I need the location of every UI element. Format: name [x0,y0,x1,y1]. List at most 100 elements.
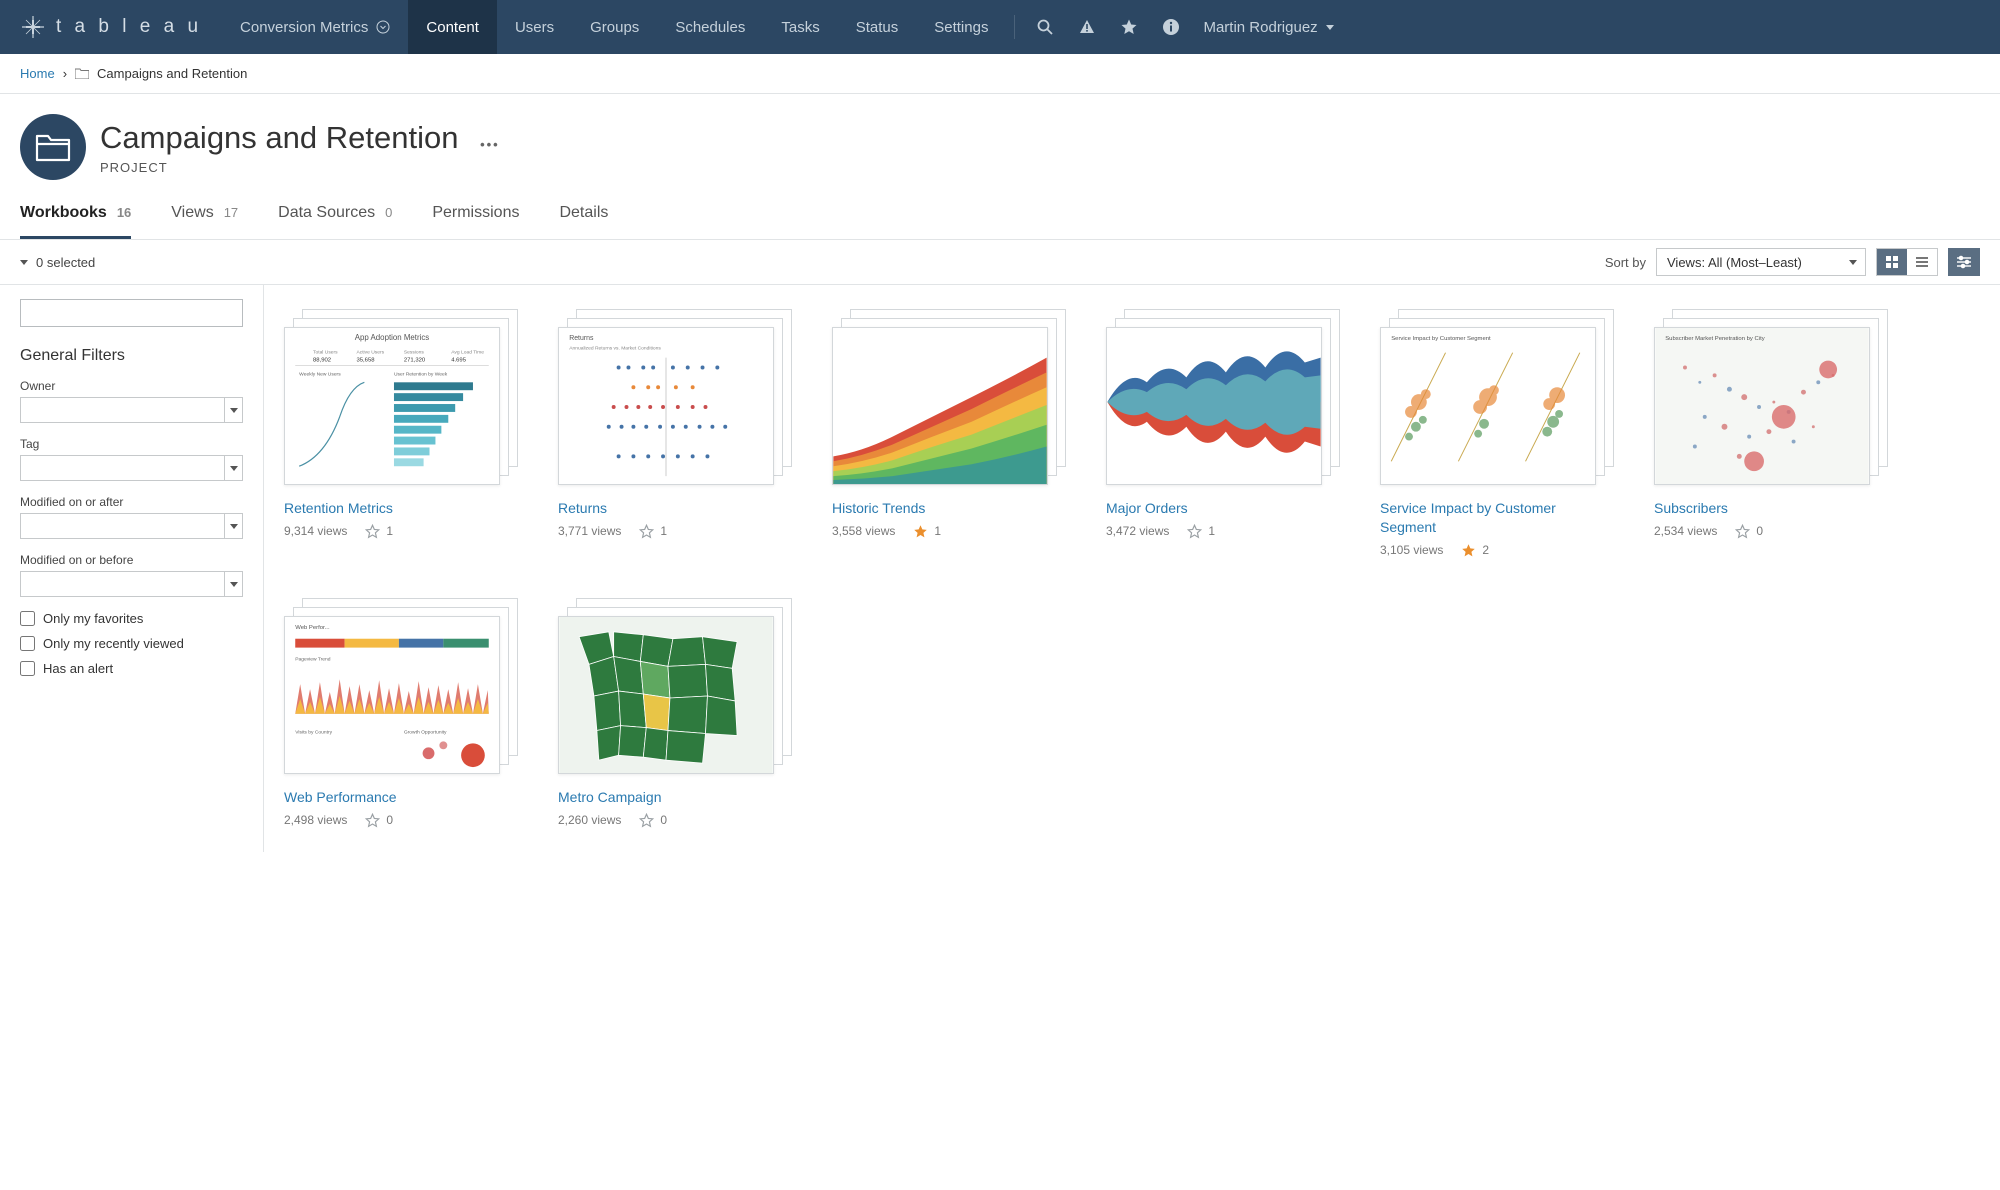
workbook-card: Historic Trends 3,558 views 1 [832,309,1066,558]
workbook-views: 2,260 views [558,813,621,827]
tab-details[interactable]: Details [559,192,608,239]
grid-view-button[interactable] [1877,249,1907,275]
only-recent-check[interactable]: Only my recently viewed [20,636,243,651]
workbook-views: 3,558 views [832,524,895,538]
workbook-title[interactable]: Major Orders [1106,499,1340,518]
filter-search-input[interactable] [20,299,243,327]
tab-workbooks[interactable]: Workbooks16 [20,192,131,239]
only-favorites-check[interactable]: Only my favorites [20,611,243,626]
nav-icons [1023,17,1193,37]
workbook-favorite[interactable]: 1 [639,524,667,539]
tab-views[interactable]: Views17 [171,192,238,239]
folder-icon [75,68,89,79]
workbook-title[interactable]: Metro Campaign [558,788,792,807]
workbook-favorite[interactable]: 0 [365,813,393,828]
toolbar: 0 selected Sort by Views: All (Most–Leas… [0,240,2000,285]
workbook-thumbnail[interactable] [832,309,1066,485]
owner-filter[interactable] [20,397,243,423]
workbook-title[interactable]: Historic Trends [832,499,1066,518]
nav-separator [1014,15,1015,39]
site-dropdown[interactable]: Conversion Metrics [222,19,408,36]
filter-panel-button[interactable] [1948,248,1980,276]
workbook-views: 2,534 views [1654,524,1717,538]
chevron-down-icon [20,260,28,265]
nav-settings[interactable]: Settings [916,0,1006,54]
mod-before-label: Modified on or before [20,553,243,567]
nav-users[interactable]: Users [497,0,572,54]
workbook-card: Service Impact by Customer Segment 3,105… [1380,309,1614,558]
nav-content[interactable]: Content [408,0,497,54]
owner-label: Owner [20,379,243,393]
workbook-title[interactable]: Service Impact by Customer Segment [1380,499,1614,537]
workbook-card: Returns 3,771 views 1 [558,309,792,558]
breadcrumb-home[interactable]: Home [20,66,55,81]
main: General Filters Owner Tag Modified on or… [0,285,2000,852]
more-actions-button[interactable]: ••• [480,137,500,152]
tag-filter[interactable] [20,455,243,481]
project-icon [20,114,86,180]
workbook-views: 2,498 views [284,813,347,827]
workbook-favorite[interactable]: 1 [913,524,941,539]
workbook-thumbnail[interactable] [558,598,792,774]
workbook-views: 3,105 views [1380,543,1443,557]
info-icon[interactable] [1161,17,1181,37]
sort-select[interactable]: Views: All (Most–Least) [1656,248,1866,276]
has-alert-check[interactable]: Has an alert [20,661,243,676]
view-toggle [1876,248,1938,276]
search-icon[interactable] [1035,17,1055,37]
workbook-views: 3,771 views [558,524,621,538]
content-grid: Retention Metrics 9,314 views 1 Returns … [264,285,2000,852]
workbook-thumbnail[interactable] [558,309,792,485]
workbook-views: 9,314 views [284,524,347,538]
nav-groups[interactable]: Groups [572,0,657,54]
tab-permissions[interactable]: Permissions [432,192,519,239]
workbook-favorite[interactable]: 0 [1735,524,1763,539]
tab-data-sources[interactable]: Data Sources0 [278,192,392,239]
chevron-down-icon [1326,25,1334,30]
workbook-card: Retention Metrics 9,314 views 1 [284,309,518,558]
brand-text: t a b l e a u [56,16,202,38]
breadcrumb-sep: › [63,66,67,81]
workbook-thumbnail[interactable] [284,598,518,774]
nav-status[interactable]: Status [838,0,917,54]
workbook-title[interactable]: Web Performance [284,788,518,807]
selection-dropdown[interactable]: 0 selected [20,255,95,270]
workbook-title[interactable]: Retention Metrics [284,499,518,518]
title-area: Campaigns and Retention ••• PROJECT [0,94,2000,192]
workbook-thumbnail[interactable] [1106,309,1340,485]
workbook-card: Metro Campaign 2,260 views 0 [558,598,792,828]
sidebar: General Filters Owner Tag Modified on or… [0,285,264,852]
breadcrumb: Home › Campaigns and Retention [0,54,2000,94]
workbook-thumbnail[interactable] [1380,309,1614,485]
alert-icon[interactable] [1077,17,1097,37]
mod-before-filter[interactable] [20,571,243,597]
workbook-favorite[interactable]: 0 [639,813,667,828]
nav-items: Content Users Groups Schedules Tasks Sta… [408,0,1006,54]
logo[interactable]: t a b l e a u [0,14,222,40]
tag-label: Tag [20,437,243,451]
nav-tasks[interactable]: Tasks [763,0,837,54]
user-menu[interactable]: Martin Rodriguez [1193,19,1353,36]
mod-after-filter[interactable] [20,513,243,539]
workbook-favorite[interactable]: 1 [1187,524,1215,539]
project-subtitle: PROJECT [100,160,500,175]
workbook-card: Subscribers 2,534 views 0 [1654,309,1888,558]
page-title: Campaigns and Retention [100,120,458,155]
workbook-card: Major Orders 3,472 views 1 [1106,309,1340,558]
workbook-title[interactable]: Returns [558,499,792,518]
workbook-favorite[interactable]: 2 [1461,543,1489,558]
workbook-thumbnail[interactable] [284,309,518,485]
tableau-logo-icon [20,14,46,40]
workbook-title[interactable]: Subscribers [1654,499,1888,518]
workbook-thumbnail[interactable] [1654,309,1888,485]
selection-text: 0 selected [36,255,95,270]
list-view-button[interactable] [1907,249,1937,275]
workbook-views: 3,472 views [1106,524,1169,538]
nav-schedules[interactable]: Schedules [657,0,763,54]
workbook-favorite[interactable]: 1 [365,524,393,539]
site-name: Conversion Metrics [240,19,368,36]
subtabs: Workbooks16 Views17 Data Sources0 Permis… [0,192,2000,240]
breadcrumb-current: Campaigns and Retention [97,66,247,81]
favorites-icon[interactable] [1119,17,1139,37]
top-nav: t a b l e a u Conversion Metrics Content… [0,0,2000,54]
